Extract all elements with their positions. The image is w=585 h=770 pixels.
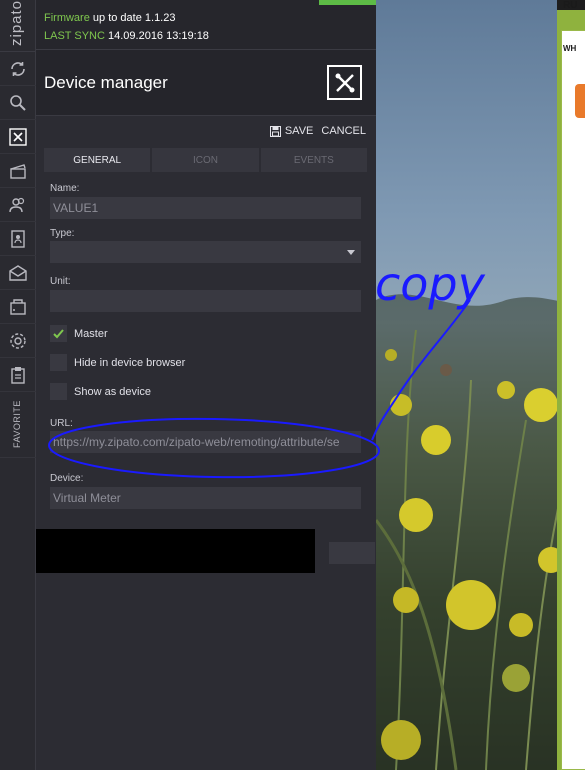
sync-label: LAST SYNC bbox=[44, 30, 105, 42]
sync-icon[interactable] bbox=[0, 52, 36, 86]
when-label: WH bbox=[563, 44, 577, 53]
tab-icon[interactable]: ICON bbox=[152, 148, 259, 172]
gateway-icon[interactable] bbox=[0, 290, 36, 324]
meadow-image bbox=[376, 294, 585, 770]
type-label: Type: bbox=[50, 228, 75, 239]
sync-time: 14.09.2016 13:19:18 bbox=[108, 30, 209, 42]
checkbox-box bbox=[50, 354, 67, 371]
status-bar: Firmware up to date 1.1.23 LAST SYNC 14.… bbox=[36, 0, 376, 50]
tab-general[interactable]: GENERAL bbox=[44, 148, 151, 172]
status-indicator bbox=[319, 0, 376, 5]
tab-events[interactable]: EVENTS bbox=[260, 148, 367, 172]
brand-text: zipato bbox=[8, 0, 25, 46]
cancel-label: CANCEL bbox=[321, 125, 366, 137]
settings-icon[interactable] bbox=[0, 324, 36, 358]
chevron-down-icon bbox=[347, 250, 355, 255]
last-sync-status: LAST SYNC 14.09.2016 13:19:18 bbox=[44, 30, 209, 42]
cancel-button[interactable]: CANCEL bbox=[321, 125, 366, 137]
brand-logo: zipato bbox=[0, 0, 36, 52]
rule-block[interactable] bbox=[575, 84, 585, 118]
favorite-tab[interactable]: FAVORITE bbox=[0, 388, 36, 458]
device-manager-panel: Firmware up to date 1.1.23 LAST SYNC 14.… bbox=[36, 0, 376, 770]
firmware-label: Firmware bbox=[44, 12, 90, 24]
show-as-device-label: Show as device bbox=[74, 385, 152, 398]
type-select[interactable] bbox=[50, 241, 361, 263]
checkbox-box bbox=[50, 325, 67, 342]
tab-bar: GENERAL ICON EVENTS bbox=[44, 148, 367, 172]
unit-field[interactable] bbox=[50, 290, 361, 312]
hide-in-browser-label: Hide in device browser bbox=[74, 356, 186, 369]
hide-in-browser-checkbox[interactable]: Hide in device browser bbox=[50, 354, 185, 371]
panel-header: Device manager bbox=[36, 50, 376, 116]
master-checkbox[interactable]: Master bbox=[50, 325, 108, 342]
save-icon bbox=[269, 125, 281, 137]
show-as-device-checkbox[interactable]: Show as device bbox=[50, 383, 151, 400]
search-icon[interactable] bbox=[0, 86, 36, 120]
name-label: Name: bbox=[50, 183, 80, 194]
rules-heading: RU bbox=[563, 0, 578, 11]
checkbox-box bbox=[50, 383, 67, 400]
device-field[interactable]: Virtual Meter bbox=[50, 487, 361, 509]
unit-label: Unit: bbox=[50, 276, 71, 287]
clipboard-icon[interactable] bbox=[0, 358, 36, 392]
url-field[interactable]: https://my.zipato.com/zipato-web/remotin… bbox=[50, 431, 361, 453]
device-manager-badge-icon bbox=[327, 65, 362, 100]
rules-card bbox=[561, 30, 585, 770]
rules-panel: RU WH bbox=[557, 0, 585, 770]
scenes-icon[interactable] bbox=[0, 154, 36, 188]
firmware-text: up to date 1.1.23 bbox=[92, 12, 176, 24]
background-photo bbox=[376, 0, 585, 770]
device-manager-icon[interactable] bbox=[0, 120, 36, 154]
screen: zipato FAVORITE Firmware up to date 1.1.… bbox=[0, 0, 585, 770]
save-label: SAVE bbox=[284, 125, 314, 137]
save-button[interactable]: SAVE bbox=[269, 125, 314, 137]
left-icon-rail: zipato FAVORITE bbox=[0, 0, 36, 770]
favorite-label: FAVORITE bbox=[12, 400, 22, 448]
device-label: Device: bbox=[50, 473, 84, 484]
messages-icon[interactable] bbox=[0, 256, 36, 290]
contacts-icon[interactable] bbox=[0, 222, 36, 256]
master-label: Master bbox=[74, 327, 108, 340]
form-actions: SAVE CANCEL bbox=[269, 125, 366, 137]
name-field[interactable]: VALUE1 bbox=[50, 197, 361, 219]
redaction-box bbox=[36, 529, 315, 573]
page-title: Device manager bbox=[44, 73, 168, 92]
bottom-field[interactable] bbox=[329, 542, 375, 564]
firmware-status: Firmware up to date 1.1.23 bbox=[44, 12, 175, 24]
users-icon[interactable] bbox=[0, 188, 36, 222]
check-icon bbox=[53, 328, 64, 338]
url-label: URL: bbox=[50, 418, 73, 429]
